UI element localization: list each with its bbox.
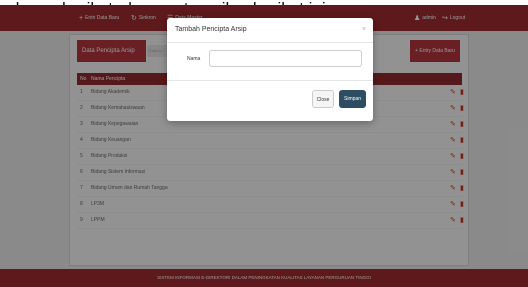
- modal-header-divider: [167, 42, 373, 43]
- save-button[interactable]: Simpan: [339, 90, 366, 108]
- close-button[interactable]: Close: [312, 90, 334, 108]
- modal-footer-divider: [167, 80, 373, 81]
- nama-label: Nama: [187, 56, 201, 62]
- modal-title: Tambah Pencipta Arsip: [175, 26, 247, 33]
- nama-field[interactable]: [209, 50, 362, 67]
- close-icon[interactable]: ×: [362, 24, 366, 36]
- add-pencipta-modal: Tambah Pencipta Arsip × Nama Close Simpa…: [167, 18, 373, 121]
